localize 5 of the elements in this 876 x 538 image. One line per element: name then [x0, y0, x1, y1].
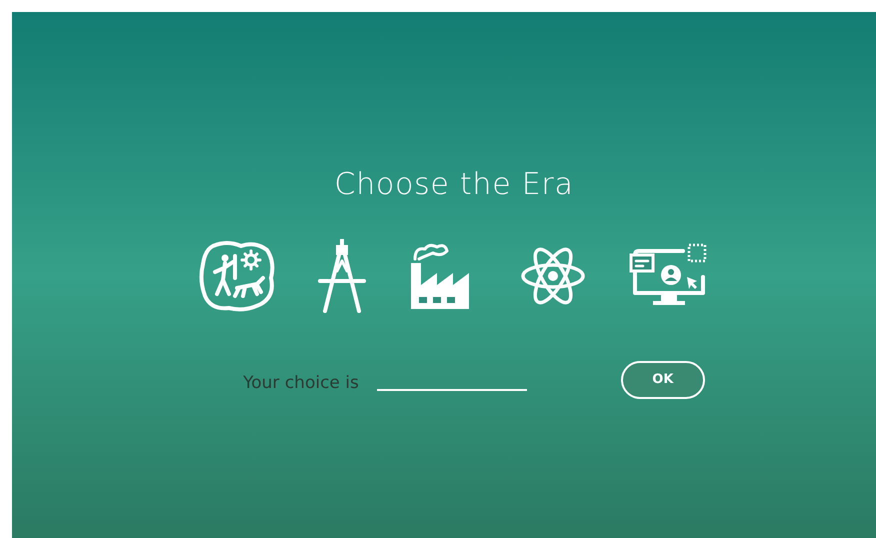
ok-button[interactable]: OK — [620, 361, 705, 399]
cave-painting-icon[interactable] — [197, 238, 277, 314]
title: Choose the Era — [334, 166, 574, 204]
prompt-label: Your choice is — [243, 372, 359, 395]
compass-icon[interactable] — [317, 237, 367, 315]
